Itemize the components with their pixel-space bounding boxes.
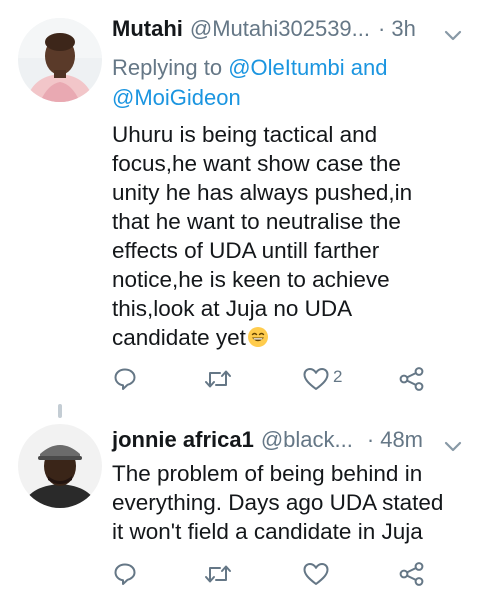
reply-button[interactable] [112,366,138,392]
retweet-button[interactable] [204,366,232,392]
tweet-actions: 2 [112,366,442,396]
avatar[interactable] [18,18,102,102]
grinning-face-emoji [247,327,268,347]
mention-link[interactable]: @OleItumbi [228,55,344,80]
separator-dot: · [366,427,375,452]
text-line: unity he has always pushed,in [112,180,413,205]
author-name[interactable]: Mutahi [112,16,183,42]
tweet-header: Mutahi @Mutahi302539... · 3h [112,16,416,42]
author-name[interactable]: jonnie africa1 [112,427,254,453]
mention-conjunction[interactable]: and [345,55,388,80]
retweet-icon [205,565,231,583]
separator-dot: · [378,16,386,41]
tweet-text: The problem of being behind in everythin… [112,459,462,546]
tweet-2[interactable]: jonnie africa1 @black... · 48m The probl… [0,400,479,609]
text-line: focus,he want show case the [112,151,401,176]
like-icon [303,368,329,390]
text-line-last: candidate yet [112,323,462,352]
reply-button[interactable] [112,561,138,587]
timestamp[interactable]: 48m [380,427,423,453]
text-line: it won't field a candidate in Juja [112,519,423,544]
chevron-down-icon[interactable] [442,435,464,457]
text-line: notice,he is keen to achieve [112,267,390,292]
retweet-icon [205,370,231,388]
tweet-header: jonnie africa1 @black... · 48m [112,427,423,453]
avatar[interactable] [18,424,102,508]
share-icon [399,367,424,391]
mention-link[interactable]: @MoiGideon [112,85,241,110]
text-line: this,look at Juja no UDA [112,296,353,321]
text-line: that he want to neutralise the [112,209,401,234]
author-handle[interactable]: @Mutahi302539... [190,16,370,42]
tweet-actions [112,561,442,591]
author-handle[interactable]: @black... [261,427,353,453]
text-line: everything. Days ago UDA stated [112,490,444,515]
replying-label: Replying to [112,55,229,80]
text-line: The problem of being behind in [112,461,423,486]
reply-icon [114,368,136,390]
like-count: 2 [333,367,343,386]
avatar-photo [18,18,102,102]
share-button[interactable] [398,366,426,392]
tweet-1[interactable]: Mutahi @Mutahi302539... · 3h Replying to… [0,0,479,400]
chevron-down-icon[interactable] [442,24,464,46]
share-icon [399,562,424,586]
retweet-button[interactable] [204,561,232,587]
share-button[interactable] [398,561,426,587]
tweet-text: Uhuru is being tactical and focus,he wan… [112,120,462,352]
reply-icon [114,563,136,585]
replying-to: Replying to @OleItumbi and @MoiGideon [112,53,388,113]
avatar-photo [18,424,102,508]
like-button[interactable]: 2 [302,366,342,392]
text-line: Uhuru is being tactical and [112,122,378,147]
text-line: candidate yet [112,325,246,350]
timestamp[interactable]: 3h [391,16,415,42]
like-button[interactable] [302,561,333,587]
like-icon [303,563,329,585]
text-line: effects of UDA untill farther [112,238,380,263]
